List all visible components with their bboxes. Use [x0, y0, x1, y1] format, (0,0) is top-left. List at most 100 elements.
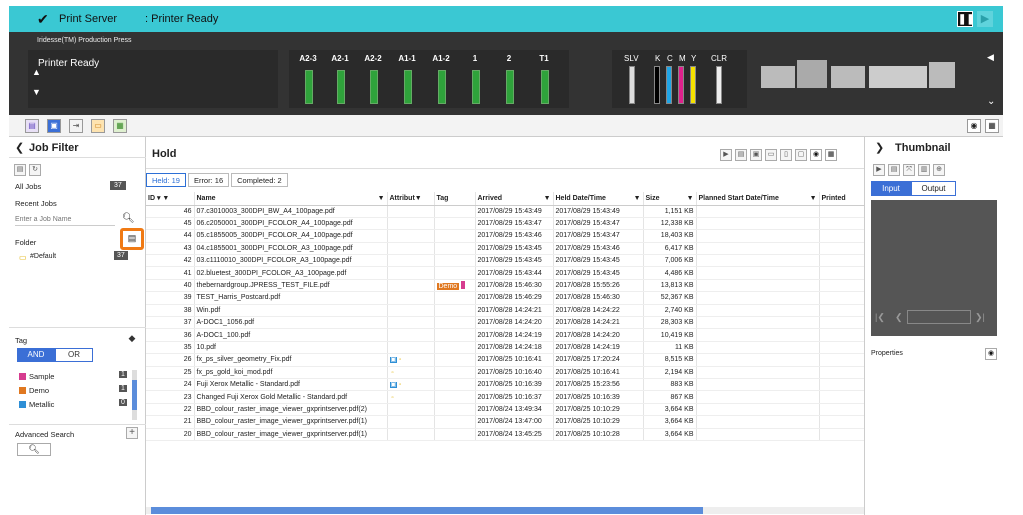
list-view-icon[interactable]: ▤ [14, 164, 26, 176]
thumb-zoom-icon[interactable]: ⊕ [933, 164, 945, 176]
search-icon[interactable]: 🔍︎ [122, 213, 135, 224]
tab-error[interactable]: Error: 16 [187, 173, 230, 187]
chevron-down-icon[interactable]: ⌄ [987, 96, 995, 107]
delete-icon[interactable]: ▯ [780, 149, 792, 161]
job-attribute [387, 266, 435, 280]
table-row[interactable]: 37 A-DOC1_1056.pdf 2017/08/28 14:24:20 2017… [146, 316, 865, 330]
table-row[interactable]: 25 fx_ps_gold_koi_mod.pdf ▫ 2017/08/25 10:1… [146, 366, 865, 379]
table-row[interactable]: 24 Fuji Xerox Metallic - Standard.pdf ▣ ▫ 20… [146, 378, 865, 392]
spreadsheet-tab-icon[interactable]: ▦ [113, 119, 127, 133]
tab-held[interactable]: Held: 19 [146, 173, 186, 187]
table-row[interactable]: 35 10.pdf 2017/08/28 14:24:18 2017/08/28 14… [146, 341, 865, 355]
table-row[interactable]: 44 05.c1855005_300DPI_FCOLOR_A4_100page.p… [146, 229, 865, 243]
next-page-icon[interactable]: ❯| [975, 312, 985, 323]
table-row[interactable]: 42 03.c1110010_300DPI_FCOLOR_A3_100page.p… [146, 254, 865, 268]
job-arrived: 2017/08/25 10:16:39 [475, 378, 554, 392]
pause-button[interactable]: ❚❚ [957, 11, 975, 27]
collapse-left-icon[interactable]: ◀ [987, 52, 994, 63]
job-list-tab-icon[interactable]: ▤ [25, 119, 39, 133]
table-row[interactable]: 43 04.c1855001_300DPI_FCOLOR_A3_100page.p… [146, 242, 865, 256]
add-search-icon[interactable]: + [126, 427, 138, 439]
scroll-down-icon[interactable]: ▼ [32, 87, 41, 97]
folder-tab-icon[interactable]: ▭ [91, 119, 105, 133]
col-planned-start[interactable]: Planned Start Date/Time ▼ [696, 192, 820, 206]
collapse-filter-icon[interactable]: ❮ [15, 141, 24, 154]
table-row[interactable]: 21 BBD_colour_raster_image_viewer_gxprint… [146, 415, 865, 429]
grid-icon[interactable]: ▦ [825, 149, 837, 161]
copy-icon[interactable]: ▤ [735, 149, 747, 161]
grid-view-icon[interactable]: ▦ [985, 119, 999, 133]
page-number-field[interactable] [907, 310, 971, 324]
thumb-fit-icon[interactable]: ⤧ [903, 164, 915, 176]
and-toggle-button[interactable]: AND [17, 348, 55, 362]
or-toggle-button[interactable]: OR [55, 348, 93, 362]
tag-item-demo[interactable]: Demo [19, 386, 49, 395]
job-arrived: 2017/08/24 13:47:00 [475, 415, 554, 429]
job-name: BBD_colour_raster_image_viewer_gxprintse… [194, 428, 388, 441]
duplicate-icon[interactable]: ▣ [750, 149, 762, 161]
print-icon[interactable]: ▭ [765, 149, 777, 161]
horizontal-scrollbar[interactable] [146, 507, 864, 514]
table-row[interactable]: 45 06.c2050001_300DPI_FCOLOR_A4_100page.p… [146, 217, 865, 231]
tray-label: A2-3 [299, 54, 317, 63]
thumb-grid-icon[interactable]: ▥ [918, 164, 930, 176]
advanced-search-button[interactable]: 🔍︎ [17, 443, 51, 456]
folder-manage-button[interactable]: ▤ [120, 228, 144, 250]
table-row[interactable]: 46 07.c3010003_300DPI_BW_A4_100page.pdf 20… [146, 205, 865, 218]
default-folder-label[interactable]: #Default [30, 253, 56, 260]
col-name[interactable]: Name ▼ [194, 192, 388, 206]
expand-thumbnail-icon[interactable]: ❯ [875, 141, 884, 154]
table-row[interactable]: 41 02.bluetest_300DPI_FCOLOR_A3_100page.p… [146, 266, 865, 280]
settings-icon[interactable]: ◉ [967, 119, 981, 133]
thumb-play-icon[interactable]: ▶ [873, 164, 885, 176]
play-icon[interactable]: ▶ [720, 149, 732, 161]
tag-scrollbar[interactable] [132, 370, 137, 420]
table-row[interactable]: 38 Win.pdf 2017/08/28 14:24:21 2017/08/28 1… [146, 304, 865, 318]
hold-queue-tab-icon[interactable]: ▣ [47, 119, 61, 133]
col-size[interactable]: Size ▼ [643, 192, 697, 206]
tag-item-sample[interactable]: Sample [19, 372, 54, 381]
col-held-datetime[interactable]: Held Date/Time ▼ [553, 192, 644, 206]
job-name-search-input[interactable] [15, 213, 115, 226]
first-page-icon[interactable]: |❮ [875, 312, 885, 323]
tag-name: Demo [29, 386, 50, 395]
output-tab[interactable]: Output [911, 181, 956, 196]
job-held-datetime: 2017/08/29 15:43:45 [553, 266, 644, 280]
toner-cyan [666, 66, 672, 104]
table-row[interactable]: 23 Changed Fuji Xerox Gold Metallic - Sta… [146, 390, 865, 404]
input-tab[interactable]: Input [871, 181, 911, 196]
table-row[interactable]: 39 TEST_Harris_Postcard.pdf 2017/08/28 15:… [146, 291, 865, 305]
settings-icon[interactable]: ◉ [810, 149, 822, 161]
all-jobs-label[interactable]: All Jobs [15, 182, 41, 191]
tag-icon[interactable]: ◆ [126, 333, 138, 345]
table-row[interactable]: 36 A-DOC1_100.pdf 2017/08/28 14:24:19 2017/… [146, 328, 865, 342]
table-row[interactable]: 40 thebernardgroup.JPRESS_TEST_FILE.pdf De… [146, 279, 865, 293]
import-tab-icon[interactable]: ⇥ [69, 119, 83, 133]
col-arrived[interactable]: Arrived ▼ [475, 192, 554, 206]
job-attribute [387, 229, 435, 243]
col-id[interactable]: ID ▾ ▼ [146, 192, 195, 206]
col-printed[interactable]: Printed [819, 192, 865, 206]
job-attribute: ▫ [387, 366, 435, 379]
scroll-up-icon[interactable]: ▲ [32, 67, 41, 77]
resume-button[interactable]: ▶ [977, 11, 993, 27]
job-held-datetime: 2017/08/25 10:10:28 [553, 428, 644, 441]
job-arrived: 2017/08/25 10:16:41 [475, 353, 554, 367]
job-planned-start [696, 316, 820, 330]
preview-icon[interactable]: ▢ [795, 149, 807, 161]
table-row[interactable]: 22 BBD_colour_raster_image_viewer_gxprint… [146, 403, 865, 417]
job-planned-start [696, 353, 820, 367]
col-tag[interactable]: Tag [434, 192, 476, 206]
tab-completed[interactable]: Completed: 2 [231, 173, 288, 187]
prev-page-icon[interactable]: ❮ [895, 312, 903, 323]
col-attribute[interactable]: Attribut▼ [387, 192, 435, 206]
metallic-attribute-icon: ▫ [399, 382, 402, 389]
thumb-page-icon[interactable]: ▤ [888, 164, 900, 176]
table-row[interactable]: 20 BBD_colour_raster_image_viewer_gxprint… [146, 428, 865, 441]
refresh-icon[interactable]: ↻ [29, 164, 41, 176]
job-tag [434, 217, 476, 231]
tag-item-metallic[interactable]: Metallic [19, 400, 54, 409]
table-row[interactable]: 26 fx_ps_silver_geometry_Fix.pdf ▣ ▫ 2017/08… [146, 353, 865, 367]
properties-settings-icon[interactable]: ◉ [985, 348, 997, 360]
recent-jobs-label[interactable]: Recent Jobs [15, 199, 57, 208]
